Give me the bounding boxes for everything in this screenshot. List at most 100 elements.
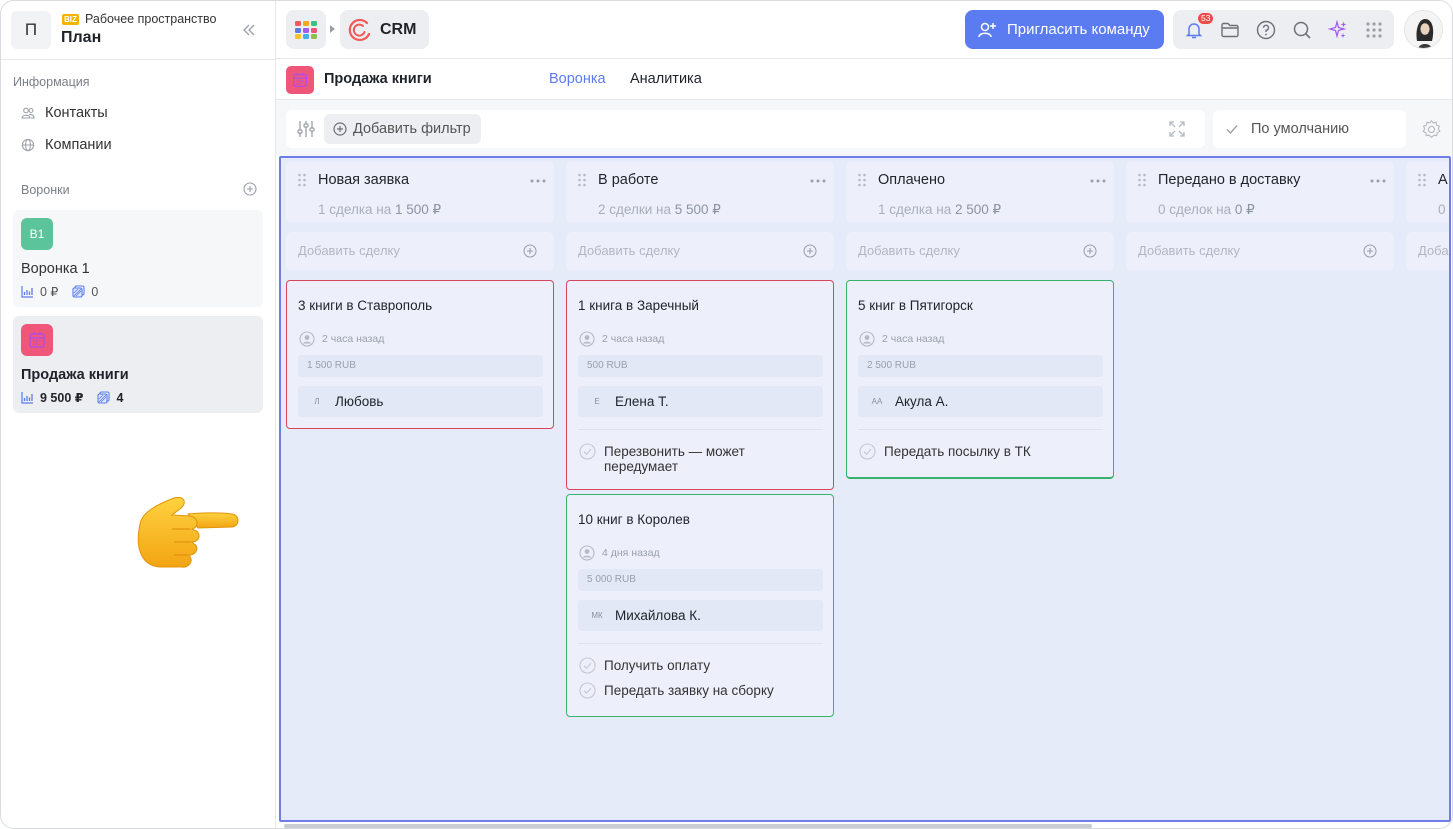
add-deal-button[interactable]: Доба (1406, 232, 1449, 270)
column-summary: 0 (1438, 202, 1446, 217)
kanban-board: Новая заявка 1 сделка на 1 500 ₽ Добавит… (279, 156, 1451, 822)
crm-logo-icon (348, 18, 371, 41)
more-icon[interactable] (810, 179, 826, 183)
tab-analytics[interactable]: Аналитика (630, 71, 702, 87)
user-circle-icon (859, 331, 875, 347)
add-deal-button[interactable]: Добавить сделку (846, 232, 1114, 270)
deal-title: 10 книг в Королев (578, 512, 690, 527)
view-select[interactable]: По умолчанию (1213, 110, 1406, 148)
breadcrumb-separator-icon (330, 25, 335, 33)
deal-price: 5 000 RUB (578, 569, 823, 591)
funnels-section-label: Воронки (21, 183, 70, 197)
add-deal-label: Добавить сделку (298, 243, 400, 258)
more-icon[interactable] (1090, 179, 1106, 183)
deal-title: 1 книга в Заречный (578, 298, 699, 313)
page-icon (286, 66, 314, 94)
top-bar: CRM Пригласить команду 53 (276, 1, 1452, 59)
task-item[interactable]: Передать заявку на сборку (579, 682, 774, 699)
funnel-amount: 0 ₽ (40, 285, 59, 299)
ai-sparkles-icon[interactable] (1328, 20, 1348, 40)
search-icon[interactable] (1292, 20, 1312, 40)
workspace-name[interactable]: План (61, 29, 101, 47)
task-item[interactable]: Передать посылку в ТК (859, 443, 1031, 460)
menu-grid-icon[interactable] (1364, 20, 1384, 40)
add-funnel-icon[interactable] (243, 182, 257, 196)
funnel-card-voronka-1[interactable]: В1 Воронка 1 0 ₽ 0 (13, 210, 263, 307)
contact-initials: МК (591, 611, 603, 620)
deal-price: 500 RUB (578, 355, 823, 377)
contact-name: Любовь (335, 394, 384, 409)
app-window: П BIZ Рабочее пространство План Информац… (0, 0, 1453, 829)
column-title: Оплачено (878, 172, 946, 188)
check-circle-icon[interactable] (579, 657, 596, 674)
task-item[interactable]: Получить оплату (579, 657, 711, 674)
add-deal-label: Добавить сделку (858, 243, 960, 258)
check-circle-icon[interactable] (579, 443, 596, 460)
more-icon[interactable] (1370, 179, 1386, 183)
folder-icon[interactable] (1220, 20, 1240, 40)
add-deal-button[interactable]: Добавить сделку (566, 232, 834, 270)
tab-funnel[interactable]: Воронка (549, 71, 606, 87)
deal-contact[interactable]: Е Елена Т. (578, 386, 823, 417)
column-title: В работе (598, 172, 659, 188)
expand-icon[interactable] (1168, 120, 1186, 138)
plus-circle-icon (333, 122, 347, 136)
help-icon[interactable] (1256, 20, 1276, 40)
check-circle-icon[interactable] (579, 682, 596, 699)
task-item[interactable]: Перезвонить — может передумает (579, 443, 779, 474)
column-header[interactable]: В работе 2 сделки на 5 500 ₽ (566, 162, 834, 222)
funnel-title: Воронка 1 (21, 261, 90, 277)
task-label: Передать заявку на сборку (604, 683, 774, 698)
drag-handle-icon[interactable] (857, 173, 867, 187)
invite-label: Пригласить команду (1007, 21, 1150, 38)
more-icon[interactable] (530, 179, 546, 183)
deal-card[interactable]: 1 книга в Заречный 2 часа назад 500 RUB … (566, 280, 834, 490)
crm-app-button[interactable]: CRM (340, 10, 429, 49)
sidebar-item-companies[interactable]: Компании (21, 134, 112, 156)
column-header[interactable]: Оплачено 1 сделка на 2 500 ₽ (846, 162, 1114, 222)
drag-handle-icon[interactable] (297, 173, 307, 187)
funnel-stats: 9 500 ₽ 4 (21, 390, 123, 405)
add-deal-label: Добавить сделку (578, 243, 680, 258)
check-icon (1226, 125, 1238, 135)
add-deal-label: Доба (1418, 243, 1449, 258)
column-header[interactable]: Новая заявка 1 сделка на 1 500 ₽ (286, 162, 554, 222)
add-deal-button[interactable]: Добавить сделку (1126, 232, 1394, 270)
check-circle-icon[interactable] (859, 443, 876, 460)
horizontal-scrollbar[interactable] (284, 824, 1092, 828)
user-avatar[interactable] (1404, 10, 1443, 49)
column-header[interactable]: А 0 (1406, 162, 1449, 222)
plus-circle-icon (1363, 244, 1377, 258)
add-deal-button[interactable]: Добавить сделку (286, 232, 554, 270)
filter-sliders-icon[interactable] (296, 119, 316, 139)
gear-icon[interactable] (1421, 119, 1442, 140)
sidebar-item-contacts[interactable]: Контакты (21, 102, 108, 124)
deals-stack-icon (72, 285, 85, 298)
deal-card[interactable]: 10 книг в Королев 4 дня назад 5 000 RUB … (566, 494, 834, 717)
funnel-count: 4 (116, 390, 124, 405)
collapse-sidebar-icon[interactable] (240, 21, 258, 39)
drag-handle-icon[interactable] (577, 173, 587, 187)
toolbar-icon-group: 53 (1173, 10, 1394, 49)
deal-contact[interactable]: Л Любовь (298, 386, 543, 417)
column-summary: 1 сделка на 1 500 ₽ (318, 202, 442, 217)
invite-team-button[interactable]: Пригласить команду (965, 10, 1164, 49)
drag-handle-icon[interactable] (1417, 173, 1427, 187)
task-label: Получить оплату (604, 658, 711, 673)
column-header[interactable]: Передано в доставку 0 сделок на 0 ₽ (1126, 162, 1394, 222)
deal-card[interactable]: 3 книги в Ставрополь 2 часа назад 1 500 … (286, 280, 554, 429)
funnel-card-book-sales[interactable]: Продажа книги 9 500 ₽ 4 (13, 316, 263, 413)
workspace-avatar[interactable]: П (11, 11, 51, 49)
plus-circle-icon (1083, 244, 1097, 258)
filter-panel: Добавить фильтр (286, 110, 1205, 148)
apps-launcher-button[interactable] (286, 10, 326, 49)
deal-card[interactable]: 5 книг в Пятигорск 2 часа назад 2 500 RU… (846, 280, 1114, 479)
add-filter-button[interactable]: Добавить фильтр (324, 114, 481, 144)
page-header: Продажа книги Воронка Аналитика (276, 59, 1452, 100)
deal-contact[interactable]: АА Акула А. (858, 386, 1103, 417)
drag-handle-icon[interactable] (1137, 173, 1147, 187)
deal-contact[interactable]: МК Михайлова К. (578, 600, 823, 631)
deal-price: 1 500 RUB (298, 355, 543, 377)
workspace-plan-badge: BIZ (62, 14, 79, 25)
workspace-header[interactable]: П BIZ Рабочее пространство План (11, 11, 273, 51)
